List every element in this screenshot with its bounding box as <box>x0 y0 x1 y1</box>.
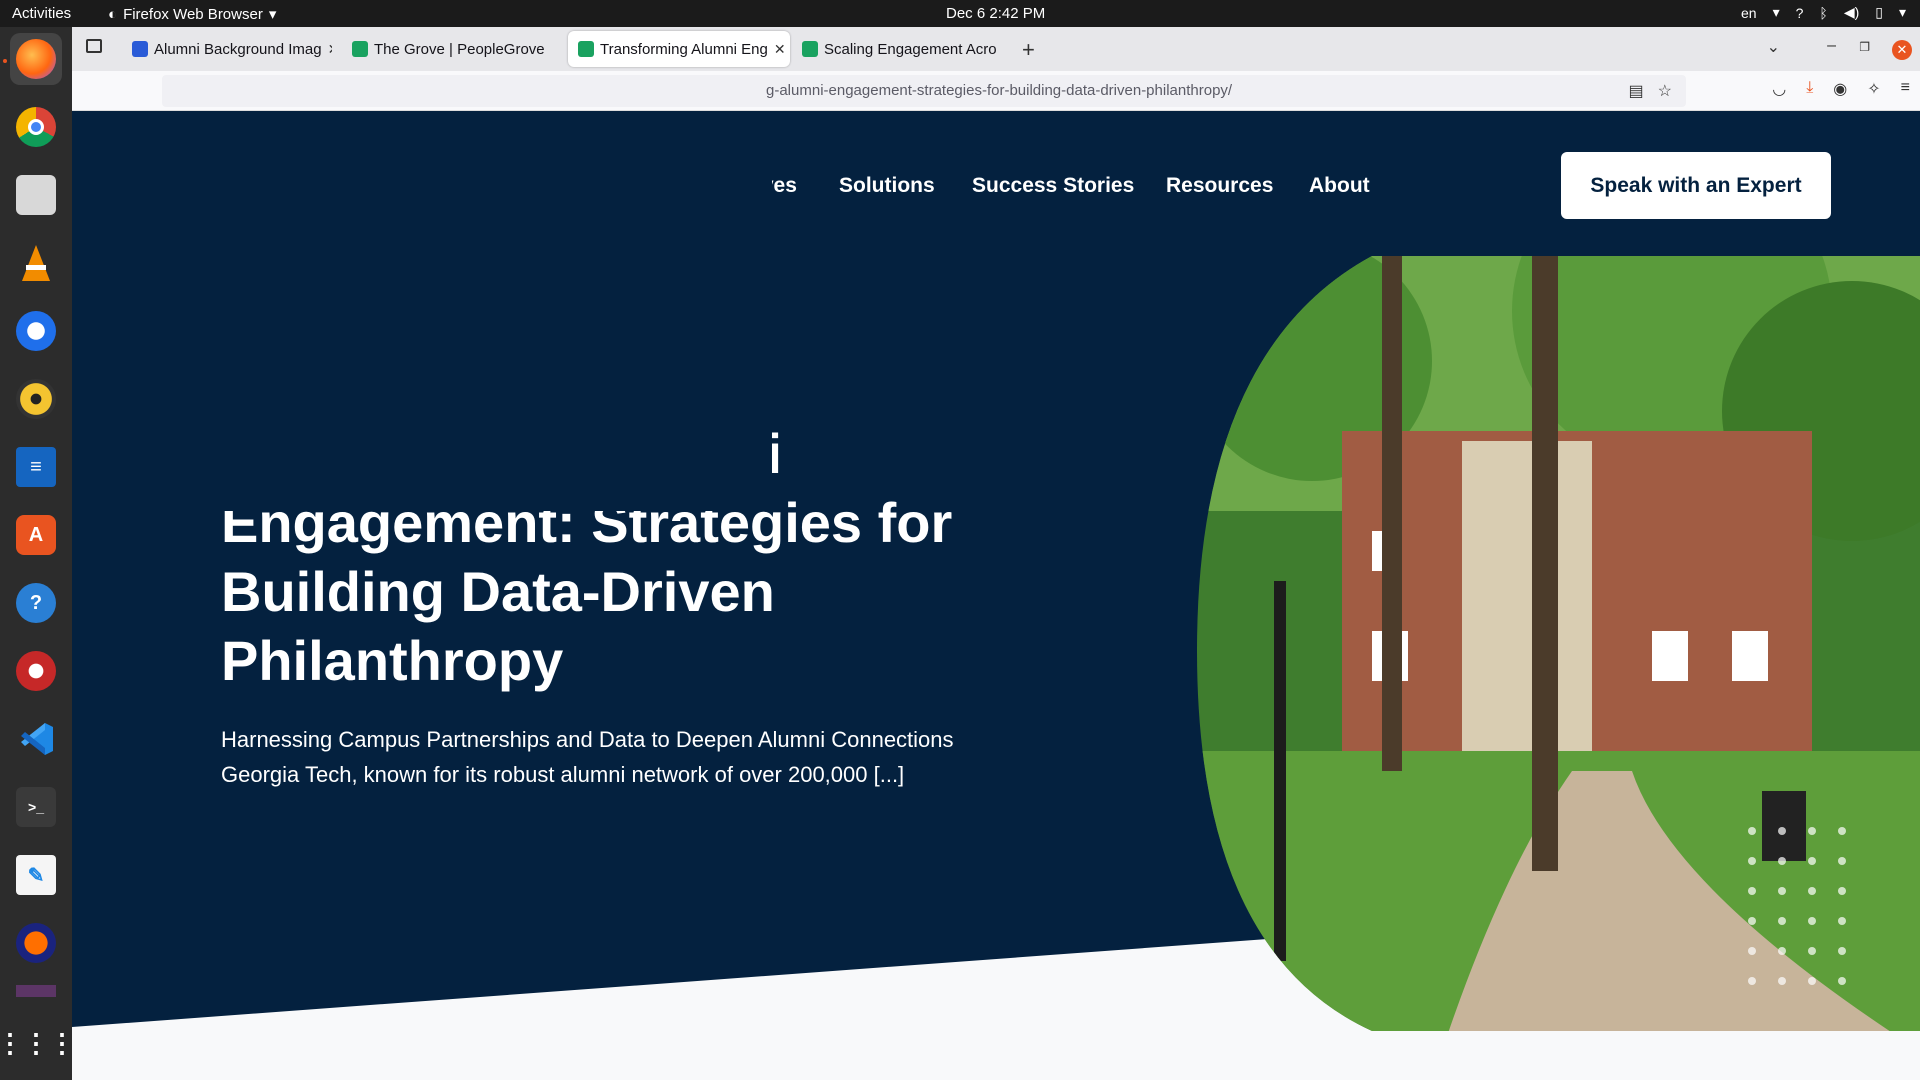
chevron-down-icon: ▾ <box>1772 4 1780 20</box>
thunderbird-icon <box>16 311 56 351</box>
dock-app-center[interactable]: A <box>10 509 62 561</box>
tab-alumni-background[interactable]: Alumni Background Imag ✕ <box>122 31 332 67</box>
volume-icon: ◀) <box>1843 4 1860 20</box>
app-center-icon: A <box>16 515 56 555</box>
dock: ≡ A ? >_ ✎ ⋮⋮⋮ <box>0 27 75 1080</box>
dock-writer[interactable]: ≡ <box>10 441 62 493</box>
dock-vlc[interactable] <box>10 237 62 289</box>
dock-unknown-app[interactable] <box>10 985 62 997</box>
firefox-small-icon: ◐ <box>108 5 118 23</box>
chevron-down-icon: ▾ <box>268 6 277 23</box>
new-tab-icon[interactable]: + <box>1022 37 1035 63</box>
rhythmbox-icon <box>16 379 56 419</box>
app-menu[interactable]: ◐ Firefox Web Browser ▾ <box>108 5 277 24</box>
app-menu-label: Firefox Web Browser <box>123 5 263 23</box>
dock-terminal[interactable]: >_ <box>10 781 62 833</box>
reader-view-icon[interactable]: ▤ <box>1629 81 1644 101</box>
list-all-tabs-icon[interactable]: ⌄ <box>1767 37 1780 57</box>
clock[interactable]: Dec 6 2:42 PM <box>946 5 1045 22</box>
hero-subtitle: Harnessing Campus Partnerships and Data … <box>221 727 954 787</box>
text-editor-icon: ✎ <box>16 855 56 895</box>
system-top-bar: Activities ◐ Firefox Web Browser ▾ Dec 6… <box>0 0 1920 27</box>
dock-vscode[interactable] <box>10 713 62 765</box>
navigation-toolbar: g-alumni-engagement-strategies-for-build… <box>72 71 1920 111</box>
favicon-peoplegrove-icon <box>578 41 594 57</box>
dock-text-editor[interactable]: ✎ <box>10 849 62 901</box>
help-icon: ? <box>16 583 56 623</box>
dock-firefox[interactable] <box>10 33 62 85</box>
wifi-icon: ? <box>1795 4 1804 21</box>
nav-success-stories[interactable]: Success Stories <box>972 174 1134 198</box>
writer-icon: ≡ <box>16 447 56 487</box>
dock-help[interactable]: ? <box>10 577 62 629</box>
chrome-icon <box>16 107 56 147</box>
pocket-icon[interactable]: ◡ <box>1772 79 1786 99</box>
tab-the-grove[interactable]: The Grove | PeopleGrove ✕ <box>342 31 552 67</box>
files-icon <box>16 175 56 215</box>
dock-chrome[interactable] <box>10 101 62 153</box>
tab-strip: Alumni Background Imag ✕ The Grove | Peo… <box>72 27 1920 71</box>
tab-overview-icon[interactable] <box>86 39 102 53</box>
audacity-icon <box>16 923 56 963</box>
battery-icon: ▯ <box>1875 4 1883 20</box>
tab-transforming-alumni[interactable]: Transforming Alumni Eng ✕ <box>568 31 790 67</box>
tab-title: The Grove | PeopleGrove <box>374 40 545 58</box>
download-icon[interactable]: ⤓ <box>1806 79 1813 99</box>
unknown-app-icon <box>16 985 56 997</box>
extensions-icon[interactable]: ✧ <box>1867 79 1880 99</box>
dock-inkscape[interactable] <box>10 645 62 697</box>
close-icon[interactable]: ✕ <box>551 41 552 58</box>
tab-title: Scaling Engagement Acro <box>824 40 997 58</box>
nav-solutions[interactable]: Solutions <box>839 174 935 198</box>
favicon-peoplegrove-icon <box>352 41 368 57</box>
dock-thunderbird[interactable] <box>10 305 62 357</box>
bookmark-star-icon[interactable]: ☆ <box>1658 81 1672 101</box>
dock-audacity[interactable] <box>10 917 62 969</box>
bluetooth-icon: ᛒ <box>1819 4 1828 21</box>
show-apps-button[interactable]: ⋮⋮⋮ <box>0 1017 75 1069</box>
nav-about[interactable]: About <box>1309 174 1370 198</box>
nav-resources[interactable]: Resources <box>1166 174 1273 198</box>
window-close-icon[interactable]: ✕ <box>1892 40 1912 60</box>
chevron-down-icon: ▾ <box>1898 4 1906 20</box>
dock-files[interactable] <box>10 169 62 221</box>
maximize-icon[interactable]: ❐ <box>1859 40 1870 54</box>
show-apps-icon: ⋮⋮⋮ <box>0 1027 75 1058</box>
close-icon[interactable]: ✕ <box>774 41 786 58</box>
tab-title: Transforming Alumni Eng <box>600 40 768 58</box>
account-icon[interactable]: ◉ <box>1833 79 1847 99</box>
input-language[interactable]: en <box>1741 5 1757 21</box>
close-icon[interactable]: ✕ <box>328 41 332 58</box>
favicon-docs-icon <box>132 41 148 57</box>
tab-title: Alumni Background Imag <box>154 40 322 58</box>
url-text: g-alumni-engagement-strategies-for-build… <box>766 82 1233 99</box>
running-indicator <box>3 59 7 63</box>
vlc-icon <box>16 243 56 283</box>
minimize-icon[interactable]: – <box>1827 37 1836 55</box>
activities-button[interactable]: Activities <box>12 5 71 22</box>
firefox-icon <box>16 39 56 79</box>
vscode-icon <box>16 719 56 759</box>
web-page: Initiatives Solutions Success Stories Re… <box>72 111 1920 1080</box>
app-menu-icon[interactable]: ≡ <box>1901 79 1910 99</box>
url-bar[interactable]: g-alumni-engagement-strategies-for-build… <box>162 75 1686 107</box>
speak-with-expert-button[interactable]: Speak with an Expert <box>1561 152 1831 219</box>
dock-rhythmbox[interactable] <box>10 373 62 425</box>
tab-scaling-engagement[interactable]: Scaling Engagement Acro ✕ <box>792 31 1002 67</box>
overlay-panel <box>122 161 772 511</box>
inkscape-icon <box>16 651 56 691</box>
favicon-peoplegrove-icon <box>802 41 818 57</box>
system-tray[interactable]: en ▾ ? ᛒ ◀) ▯ ▾ <box>1741 4 1906 21</box>
terminal-icon: >_ <box>16 787 56 827</box>
